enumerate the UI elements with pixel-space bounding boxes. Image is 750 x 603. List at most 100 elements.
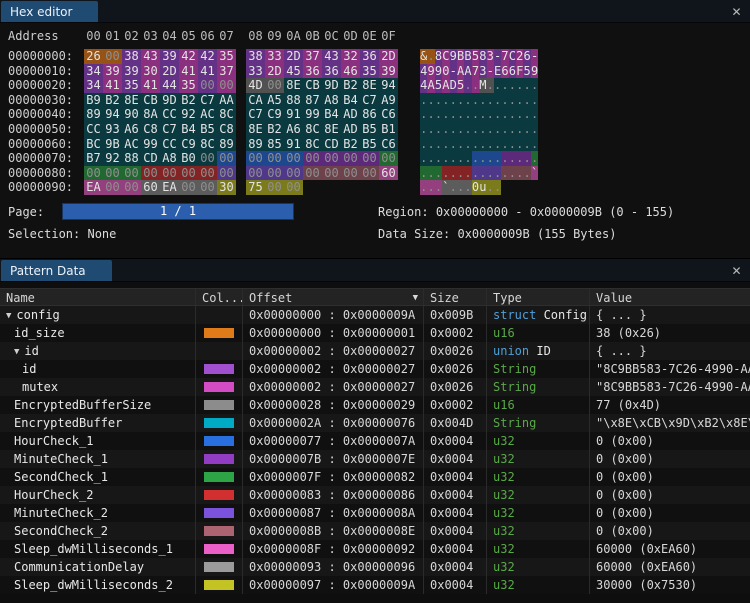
hex-byte[interactable]: CB	[303, 78, 322, 93]
hex-ascii-char[interactable]: .	[487, 180, 494, 195]
hex-byte[interactable]: 4D	[246, 78, 265, 93]
hex-byte[interactable]: 99	[141, 137, 160, 152]
hex-ascii-char[interactable]: .	[464, 137, 471, 152]
hex-byte[interactable]: 00	[217, 78, 236, 93]
hex-byte[interactable]: 00	[246, 151, 265, 166]
hex-ascii-char[interactable]: 0	[442, 64, 449, 79]
hex-ascii-char[interactable]: .	[523, 166, 530, 181]
hex-byte[interactable]: B7	[84, 151, 103, 166]
hex-ascii-char[interactable]: 5	[435, 78, 442, 93]
hex-ascii-char[interactable]: 4	[420, 78, 427, 93]
hex-ascii-char[interactable]: .	[472, 137, 479, 152]
hex-byte[interactable]: B2	[179, 93, 198, 108]
hex-byte[interactable]: 99	[303, 107, 322, 122]
hex-byte[interactable]: EA	[84, 180, 103, 195]
hex-byte[interactable]: 00	[284, 180, 303, 195]
hex-ascii-char[interactable]: .	[479, 93, 486, 108]
hex-byte[interactable]: EA	[160, 180, 179, 195]
hex-byte[interactable]: 00	[360, 166, 379, 181]
hex-ascii-char[interactable]: 5	[472, 49, 479, 64]
hex-ascii-char[interactable]: .	[427, 137, 434, 152]
hex-ascii-char[interactable]: .	[501, 151, 508, 166]
hex-byte[interactable]: 89	[246, 137, 265, 152]
hex-byte[interactable]: CC	[84, 122, 103, 137]
hex-ascii-char[interactable]: A	[427, 78, 434, 93]
hex-byte[interactable]: B2	[341, 137, 360, 152]
hex-ascii-char[interactable]: .	[479, 151, 486, 166]
pattern-row[interactable]: ▼config0x00000000 : 0x0000009A0x009Bstru…	[0, 306, 750, 324]
hex-ascii-char[interactable]: .	[457, 180, 464, 195]
hex-ascii-char[interactable]: 7	[472, 64, 479, 79]
hex-ascii-char[interactable]: .	[450, 93, 457, 108]
hex-ascii-char[interactable]: .	[494, 166, 501, 181]
hex-ascii-char[interactable]: 9	[531, 64, 538, 79]
hex-byte[interactable]: 00	[84, 166, 103, 181]
hex-byte[interactable]: 2D	[379, 49, 398, 64]
hex-byte[interactable]: C9	[179, 137, 198, 152]
hex-byte[interactable]: C7	[198, 93, 217, 108]
pattern-row[interactable]: EncryptedBuffer0x0000002A : 0x000000760x…	[0, 414, 750, 432]
tree-expanded-icon[interactable]: ▼	[6, 307, 11, 324]
hex-byte[interactable]: C6	[379, 107, 398, 122]
close-icon[interactable]: ✕	[728, 3, 745, 20]
hex-byte[interactable]: 8E	[284, 78, 303, 93]
hex-byte[interactable]: 00	[179, 180, 198, 195]
hex-ascii-char[interactable]: .	[420, 107, 427, 122]
hex-byte[interactable]: 42	[179, 49, 198, 64]
hex-ascii-char[interactable]: .	[531, 107, 538, 122]
pattern-row[interactable]: MinuteCheck_10x0000007B : 0x0000007E0x00…	[0, 450, 750, 468]
hex-ascii-char[interactable]: .	[531, 93, 538, 108]
hex-ascii-char[interactable]: .	[501, 122, 508, 137]
hex-ascii-char[interactable]: .	[472, 122, 479, 137]
hex-ascii-char[interactable]: .	[494, 137, 501, 152]
hex-ascii-char[interactable]: 6	[523, 49, 530, 64]
hex-byte[interactable]: 41	[141, 78, 160, 93]
hex-byte[interactable]: 2D	[265, 64, 284, 79]
hex-ascii-char[interactable]: -	[487, 64, 494, 79]
hex-ascii-char[interactable]: .	[464, 180, 471, 195]
hex-ascii-char[interactable]: .	[531, 78, 538, 93]
hex-ascii-char[interactable]: 3	[487, 49, 494, 64]
hex-byte[interactable]: 92	[103, 151, 122, 166]
hex-ascii-char[interactable]: B	[457, 49, 464, 64]
hex-byte[interactable]: 00	[217, 166, 236, 181]
hex-ascii-char[interactable]: .	[523, 151, 530, 166]
hex-byte[interactable]: 43	[141, 49, 160, 64]
hex-ascii-char[interactable]: .	[516, 137, 523, 152]
hex-byte[interactable]: 42	[198, 49, 217, 64]
hex-byte[interactable]: C9	[265, 107, 284, 122]
hex-ascii-char[interactable]: .	[427, 180, 434, 195]
hex-ascii-char[interactable]: .	[516, 166, 523, 181]
tab-hex-editor[interactable]: Hex editor	[1, 1, 98, 22]
hex-byte[interactable]: 8C	[198, 137, 217, 152]
hex-ascii-char[interactable]: .	[509, 137, 516, 152]
hex-byte[interactable]: C6	[379, 137, 398, 152]
hex-ascii-char[interactable]: .	[435, 166, 442, 181]
hex-ascii-char[interactable]: .	[442, 137, 449, 152]
hex-ascii-char[interactable]: .	[464, 93, 471, 108]
hex-byte[interactable]: 00	[198, 180, 217, 195]
hex-byte[interactable]: C7	[160, 122, 179, 137]
hex-byte[interactable]: 39	[122, 64, 141, 79]
hex-ascii-char[interactable]: .	[457, 166, 464, 181]
hex-ascii-char[interactable]: .	[457, 137, 464, 152]
hex-ascii-char[interactable]: .	[516, 107, 523, 122]
hex-byte[interactable]: 00	[265, 180, 284, 195]
hex-ascii-char[interactable]: .	[442, 151, 449, 166]
hex-byte[interactable]: A5	[265, 93, 284, 108]
hex-ascii-char[interactable]: .	[442, 107, 449, 122]
hex-byte[interactable]: 00	[198, 166, 217, 181]
hex-byte[interactable]: 93	[103, 122, 122, 137]
hex-ascii-char[interactable]: .	[509, 78, 516, 93]
hex-ascii-char[interactable]: A	[464, 64, 471, 79]
hex-ascii-char[interactable]: .	[464, 107, 471, 122]
pattern-row[interactable]: Sleep_dwMilliseconds_20x00000097 : 0x000…	[0, 576, 750, 594]
hex-ascii-char[interactable]: -	[494, 49, 501, 64]
hex-ascii-char[interactable]: .	[450, 151, 457, 166]
hex-ascii-char[interactable]: .	[442, 122, 449, 137]
hex-byte[interactable]: 00	[303, 151, 322, 166]
hex-byte[interactable]: BC	[84, 137, 103, 152]
hex-ascii-char[interactable]: .	[442, 93, 449, 108]
hex-byte[interactable]: B0	[179, 151, 198, 166]
tab-pattern-data[interactable]: Pattern Data	[1, 260, 112, 281]
